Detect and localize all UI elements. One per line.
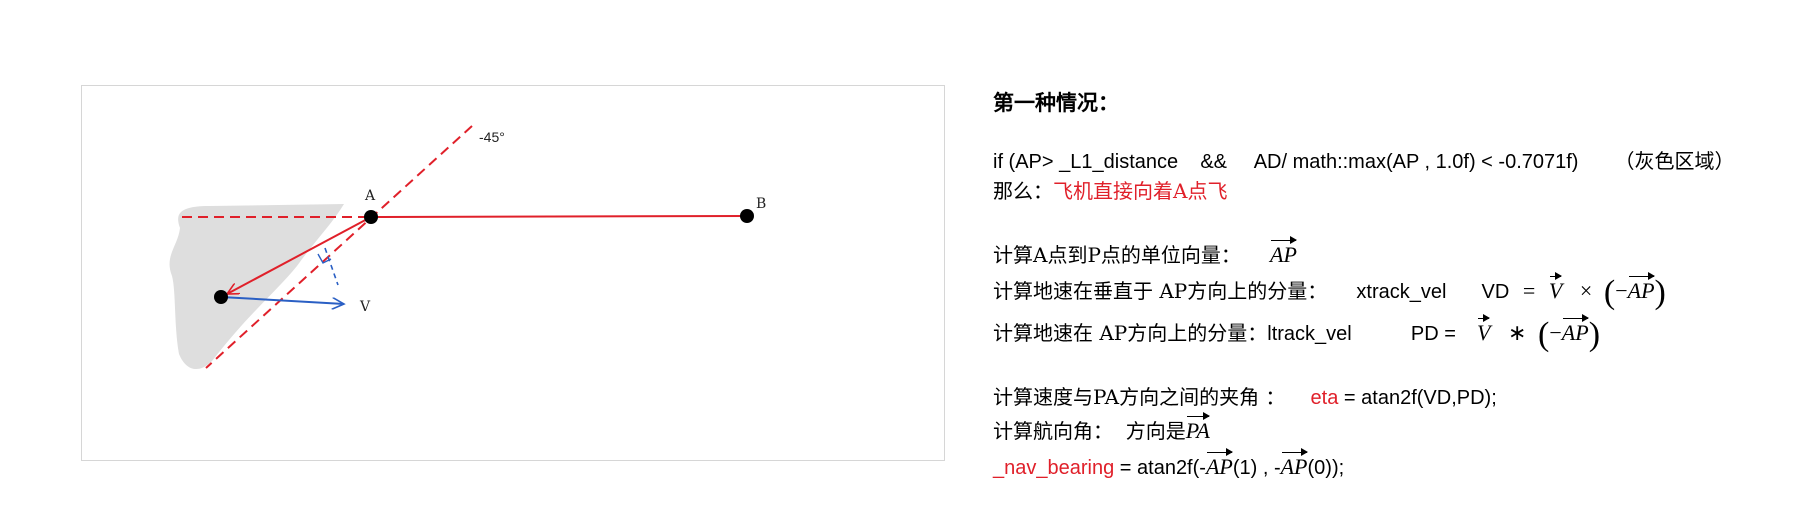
unit-vector-label: 计算A点到P点的单位向量： (993, 243, 1241, 267)
ltrack-label: 计算地速在 AP方向上的分量： (993, 321, 1268, 345)
xtrack-lhs: VD (1481, 281, 1510, 303)
condition-line: if (AP> _L1_distance && AD/ math::max(AP… (993, 148, 1734, 175)
segment-ab (370, 215, 748, 218)
gray-region (169, 204, 344, 370)
ltrack-name: ltrack_vel (1267, 323, 1352, 345)
diagram-svg: A B V -45° (169, 125, 766, 370)
vector-pa: PA (1186, 412, 1210, 444)
then-line: 那么：飞机直接向着A点飞 (993, 178, 1227, 204)
vector-v-ltrack: V (1477, 314, 1491, 346)
eta-line: 计算速度与PA方向之间的夹角 ： eta = atan2f(VD,PD); (993, 384, 1497, 411)
label-a: A (364, 188, 376, 204)
ltrack-neg: − (1549, 320, 1562, 345)
ltrack-line: 计算地速在 AP方向上的分量：ltrack_vel PD = V ∗ (−AP) (993, 314, 1601, 353)
point-p (214, 290, 228, 304)
vector-ap-1: AP (1206, 448, 1233, 480)
nav-bearing-idx1: (1) , - (1232, 457, 1281, 479)
vector-ap-0: AP (1281, 448, 1308, 480)
unit-vector-line: 计算A点到P点的单位向量： AP (993, 236, 1297, 269)
nav-bearing-name: _nav_bearing (993, 457, 1115, 479)
condition-note: （灰色区域） (1614, 149, 1735, 173)
xtrack-neg: − (1615, 278, 1628, 303)
vector-ap-ltrack: AP (1562, 314, 1589, 346)
xtrack-name: xtrack_vel (1356, 281, 1447, 303)
explanation-panel: 第一种情况： if (AP> _L1_distance && AD/ math:… (993, 0, 1803, 522)
label-angle: -45° (479, 129, 505, 145)
heading: 第一种情况： (993, 90, 1119, 115)
heading-angle-line: 计算航向角： 方向是PA (993, 412, 1210, 445)
nav-bearing-idx2: (0)); (1307, 457, 1345, 479)
eta-name: eta (1310, 387, 1339, 409)
nav-bearing-line: _nav_bearing = atan2f(-AP(1) , -AP(0)); (993, 448, 1345, 481)
xtrack-op: × (1579, 278, 1593, 303)
eta-label: 计算速度与PA方向之间的夹角 ： (993, 385, 1286, 409)
vector-ap-xtrack: AP (1628, 272, 1655, 304)
perpendicular-dashed-line (324, 247, 339, 286)
label-v: V (359, 299, 371, 315)
xtrack-line: 计算地速在垂直于 AP方向上的分量： xtrack_vel VD = V × (… (993, 272, 1666, 311)
xtrack-label: 计算地速在垂直于 AP方向上的分量： (993, 279, 1328, 303)
eta-expr: = atan2f(VD,PD); (1338, 387, 1497, 409)
then-action: 飞机直接向着A点飞 (1053, 179, 1228, 203)
vector-v: V (1549, 272, 1563, 304)
then-label: 那么： (993, 179, 1053, 203)
xtrack-eq: = (1522, 278, 1536, 303)
condition-code: if (AP> _L1_distance && AD/ math::max(AP… (993, 151, 1579, 173)
label-b: B (756, 196, 766, 212)
point-b (740, 209, 754, 223)
ltrack-op: ∗ (1508, 320, 1527, 345)
point-a (364, 210, 378, 224)
diagram-frame: A B V -45° (81, 85, 945, 461)
nav-bearing-expr: = atan2f(- (1114, 457, 1206, 479)
vector-ap: AP (1270, 236, 1297, 268)
heading-angle-label: 计算航向角： 方向是 (993, 419, 1186, 443)
ltrack-lhs: PD = (1410, 323, 1456, 345)
